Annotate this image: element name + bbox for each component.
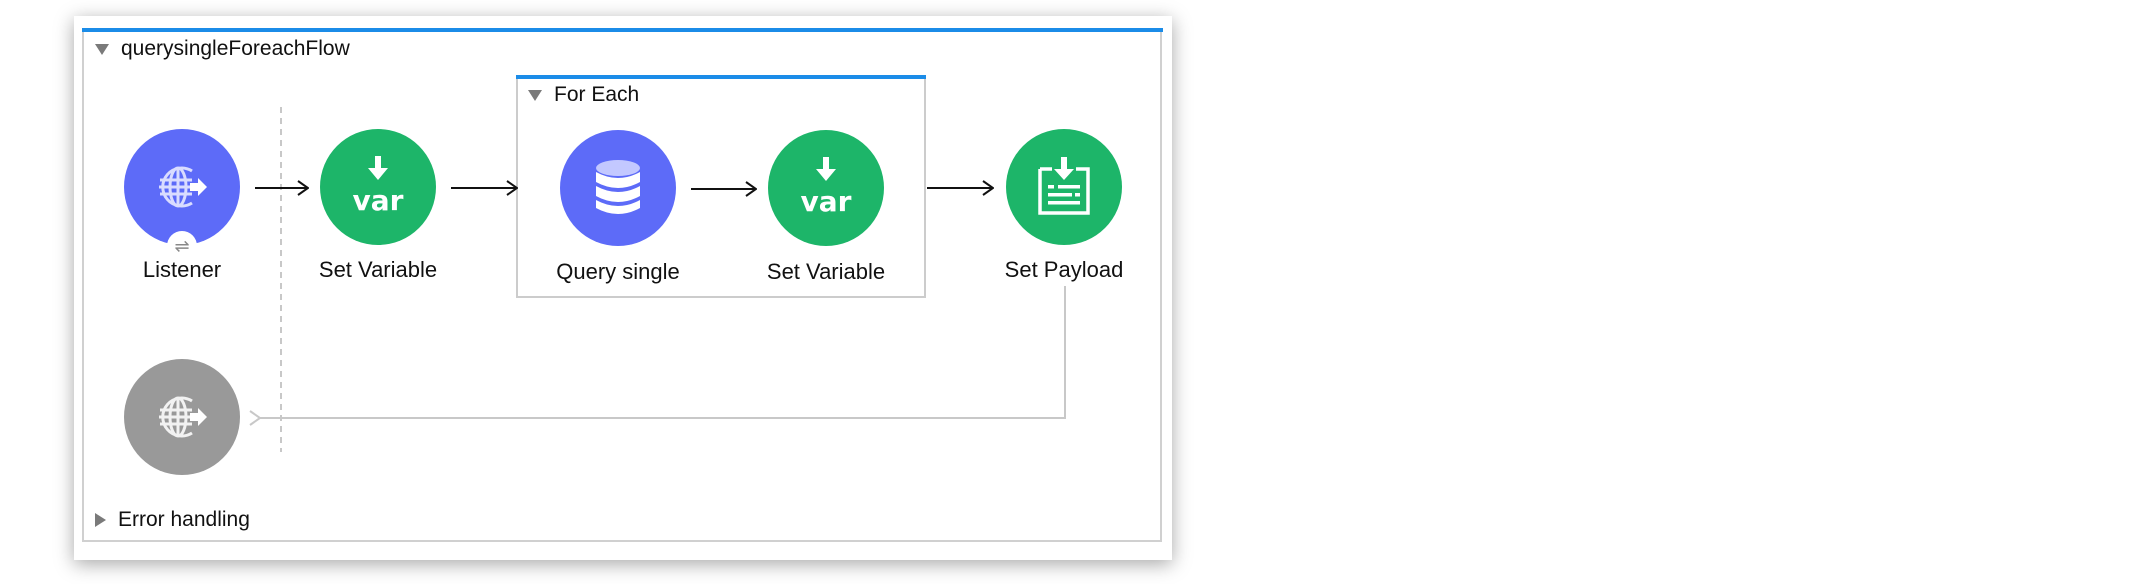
node-set-payload[interactable] — [1006, 129, 1122, 245]
database-icon — [596, 160, 640, 214]
http-response-globe-icon — [159, 396, 207, 438]
http-listener-globe-icon — [159, 166, 207, 208]
error-handling-label: Error handling — [118, 508, 250, 531]
set-variable-icon: var — [353, 156, 404, 217]
node-set-variable[interactable]: var — [320, 129, 436, 245]
node-listener[interactable] — [124, 129, 240, 245]
error-handling-section[interactable]: Error handling — [95, 508, 250, 532]
flow-edges — [0, 107, 1066, 452]
svg-text:var: var — [353, 184, 404, 217]
bidirectional-arrows-icon: ⇌ — [174, 236, 190, 256]
node-set-variable[interactable]: var — [768, 130, 884, 246]
node-http-response[interactable] — [124, 359, 240, 475]
set-payload-icon — [1038, 157, 1090, 215]
node-label: Listener — [142, 257, 222, 282]
expand-triangle-icon[interactable] — [95, 513, 106, 527]
node-label: Query single — [556, 259, 680, 284]
edge-return-to-response — [260, 286, 1066, 418]
node-label: Set Payload — [1004, 257, 1124, 282]
svg-text:var: var — [801, 185, 852, 218]
node-label: Set Variable — [766, 259, 886, 284]
set-variable-icon: var — [801, 157, 852, 218]
node-label: Set Variable — [318, 257, 438, 282]
node-query-single[interactable] — [560, 130, 676, 246]
